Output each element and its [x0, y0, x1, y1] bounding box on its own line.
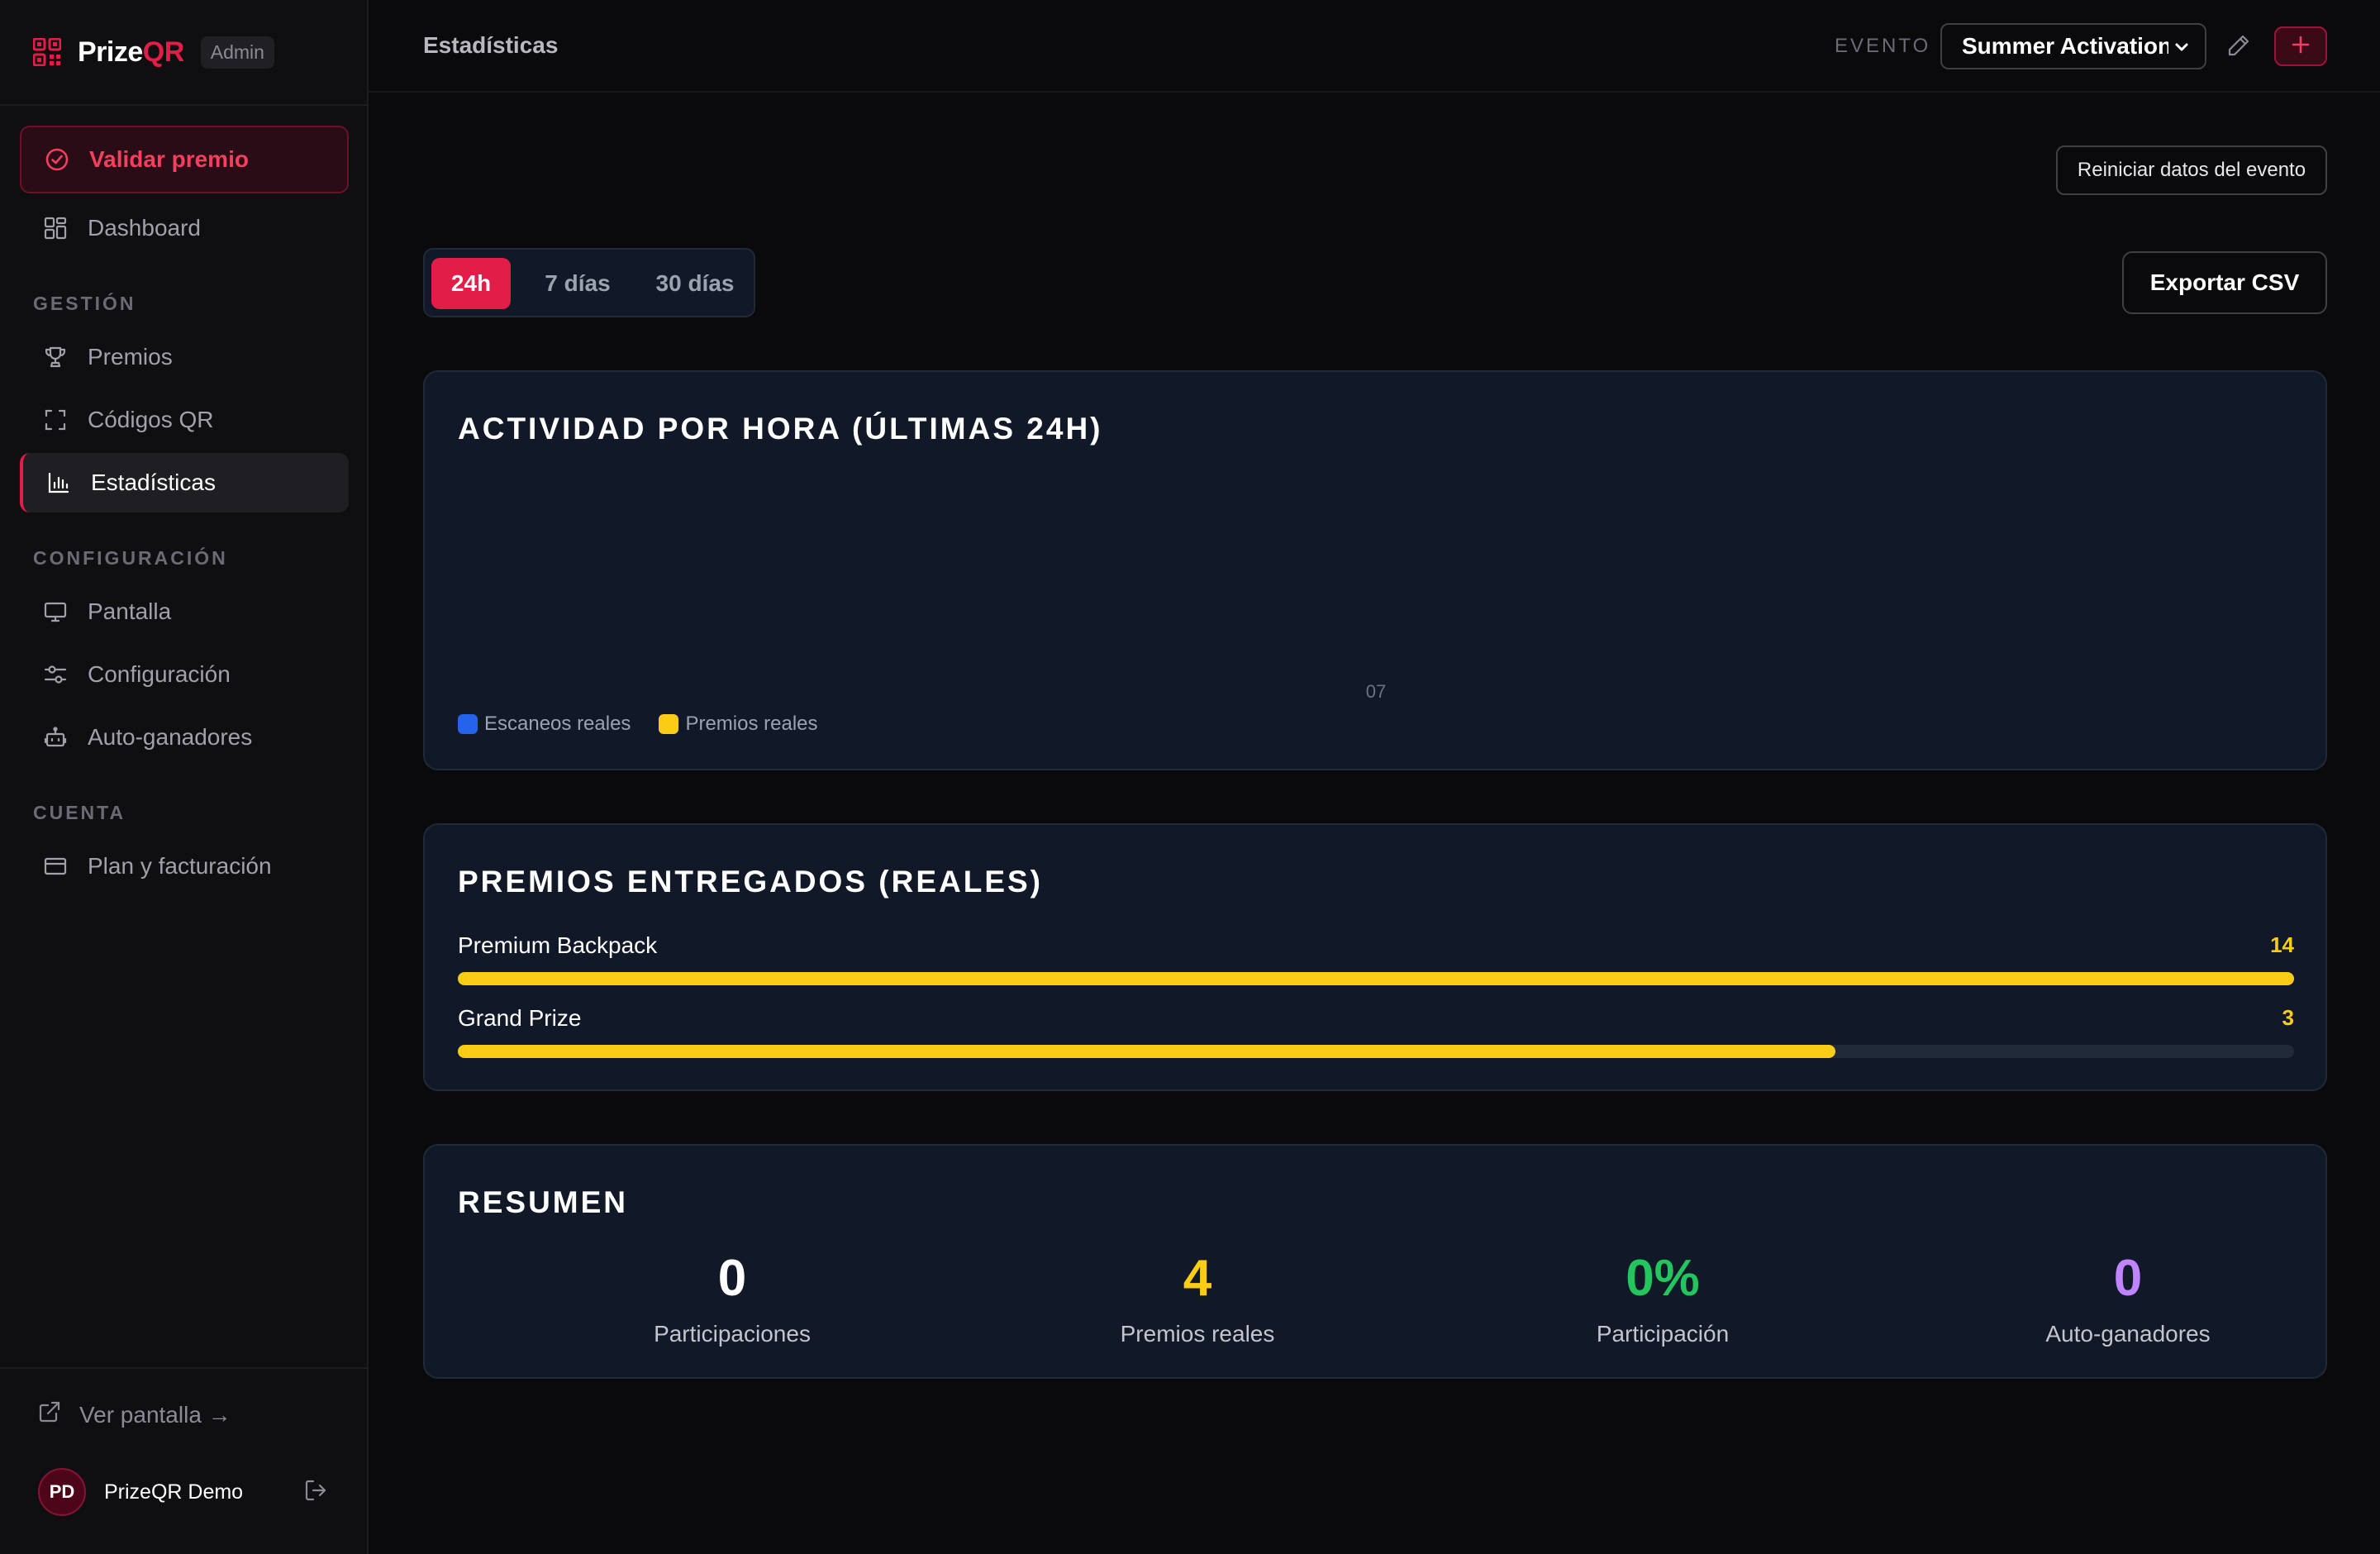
validate-prize-label: Validar premio	[89, 146, 249, 172]
chevron-down-icon	[2172, 36, 2192, 63]
legend-swatch-scans	[458, 714, 478, 734]
stat-participacion: 0% Participación	[1489, 1253, 1836, 1347]
legend-label: Premios reales	[685, 713, 818, 735]
prizes-card-title: PREMIOS ENTREGADOS (REALES)	[458, 865, 1043, 899]
sidebar-item-configuracion[interactable]: Configuración	[20, 645, 349, 704]
sidebar-item-premios[interactable]: Premios	[20, 327, 349, 387]
section-label-configuracion: CONFIGURACIÓN	[33, 547, 228, 569]
section-label-gestion: GESTIÓN	[33, 293, 136, 314]
scan-icon	[43, 408, 68, 432]
activity-card-title: ACTIVIDAD POR HORA (ÚLTIMAS 24H)	[458, 412, 1103, 446]
validate-prize-button[interactable]: Validar premio	[20, 126, 349, 193]
view-screen-link[interactable]: Ver pantalla →	[38, 1400, 231, 1429]
topbar: Estadísticas EVENTO Summer Activation	[369, 0, 2380, 93]
add-event-button[interactable]	[2274, 26, 2327, 66]
robot-icon	[43, 725, 68, 750]
prize-bar-fill	[458, 1045, 1835, 1058]
prize-row: Grand Prize 3	[458, 1005, 2294, 1058]
avatar: PD	[38, 1468, 86, 1516]
chart-legend: Escaneos reales Premios reales	[458, 713, 846, 736]
stat-participaciones: 0 Participaciones	[559, 1253, 906, 1347]
sidebar: PrizeQR Admin Validar premio Dashboard G…	[0, 0, 369, 1554]
event-label: EVENTO	[1835, 35, 1931, 57]
stat-label: Premios reales	[1120, 1321, 1275, 1347]
plus-icon	[2290, 31, 2311, 62]
export-csv-button[interactable]: Exportar CSV	[2122, 251, 2327, 314]
pencil-icon[interactable]	[2226, 33, 2251, 58]
sidebar-item-label: Plan y facturación	[88, 853, 272, 879]
stat-label: Participación	[1596, 1321, 1730, 1347]
event-select[interactable]: Summer Activation	[1940, 23, 2206, 69]
stat-value: 0%	[1626, 1250, 1700, 1307]
sidebar-item-auto-ganadores[interactable]: Auto-ganadores	[20, 708, 349, 767]
prizes-card: PREMIOS ENTREGADOS (REALES) Premium Back…	[423, 823, 2327, 1091]
stat-value: 0	[717, 1250, 747, 1307]
summary-card-title: RESUMEN	[458, 1185, 629, 1219]
sidebar-item-label: Auto-ganadores	[88, 724, 253, 750]
legend-item-prizes: Premios reales	[659, 713, 818, 736]
stat-value: 0	[2113, 1250, 2143, 1307]
prize-name: Premium Backpack	[458, 932, 658, 958]
legend-swatch-prizes	[659, 714, 679, 734]
stat-label: Auto-ganadores	[2045, 1321, 2211, 1347]
sidebar-item-label: Pantalla	[88, 598, 172, 624]
page-title: Estadísticas	[423, 32, 559, 58]
admin-badge: Admin	[200, 36, 274, 69]
x-tick-label: 07	[1366, 681, 1386, 702]
prize-count: 3	[2282, 1005, 2294, 1030]
event-select-value: Summer Activation	[1962, 33, 2168, 59]
grid-icon	[43, 216, 68, 241]
range-24h[interactable]: 24h	[431, 258, 511, 309]
trophy-icon	[43, 345, 68, 369]
stat-auto-ganadores: 0 Auto-ganadores	[1954, 1253, 2301, 1347]
stat-label: Participaciones	[654, 1321, 811, 1347]
range-7-days[interactable]: 7 días	[522, 258, 633, 309]
section-label-cuenta: CUENTA	[33, 802, 126, 823]
sidebar-item-pantalla[interactable]: Pantalla	[20, 582, 349, 641]
activity-card: ACTIVIDAD POR HORA (ÚLTIMAS 24H) 07 Esca…	[423, 370, 2327, 770]
brand-name: PrizeQR	[78, 36, 184, 68]
sidebar-item-label: Configuración	[88, 661, 231, 687]
range-30-days[interactable]: 30 días	[640, 258, 750, 309]
prize-bar-track	[458, 972, 2294, 985]
prize-bar-fill	[458, 972, 2294, 985]
sidebar-item-label: Códigos QR	[88, 407, 214, 432]
main-content: Estadísticas EVENTO Summer Activation Re…	[369, 0, 2380, 1554]
prize-count: 14	[2270, 932, 2294, 957]
user-row: PD PrizeQR Demo	[38, 1468, 327, 1516]
sidebar-item-label: Estadísticas	[91, 470, 216, 495]
stat-premios-reales: 4 Premios reales	[1024, 1253, 1371, 1347]
sidebar-footer: Ver pantalla → PD PrizeQR Demo	[0, 1367, 369, 1554]
sidebar-item-label: Dashboard	[88, 215, 201, 241]
monitor-icon	[43, 599, 68, 624]
sidebar-item-plan-facturacion[interactable]: Plan y facturación	[20, 837, 349, 896]
activity-chart: 07	[1366, 681, 1386, 702]
reset-event-data-button[interactable]: Reiniciar datos del evento	[2056, 145, 2327, 195]
brand: PrizeQR Admin	[0, 0, 367, 106]
bar-chart-icon	[46, 470, 71, 495]
external-link-icon	[38, 1400, 61, 1429]
sidebar-item-label: Premios	[88, 344, 173, 369]
sidebar-item-codigos-qr[interactable]: Códigos QR	[20, 390, 349, 450]
sidebar-item-estadisticas[interactable]: Estadísticas	[20, 453, 349, 512]
legend-item-scans: Escaneos reales	[458, 713, 631, 736]
logout-icon[interactable]	[304, 1479, 327, 1506]
summary-card: RESUMEN 0 Participaciones 4 Premios real…	[423, 1144, 2327, 1379]
check-circle-icon	[45, 147, 69, 172]
sliders-icon	[43, 662, 68, 687]
prize-name: Grand Prize	[458, 1005, 582, 1031]
prize-bar-track	[458, 1045, 2294, 1058]
prize-row: Premium Backpack 14	[458, 932, 2294, 985]
credit-card-icon	[43, 854, 68, 879]
view-screen-label: Ver pantalla →	[79, 1401, 231, 1428]
sidebar-item-dashboard[interactable]: Dashboard	[20, 198, 349, 258]
qr-logo-icon	[33, 38, 61, 66]
range-selector: 24h 7 días 30 días	[423, 248, 755, 317]
stat-value: 4	[1183, 1250, 1212, 1307]
user-name: PrizeQR Demo	[104, 1480, 244, 1504]
legend-label: Escaneos reales	[484, 713, 631, 735]
